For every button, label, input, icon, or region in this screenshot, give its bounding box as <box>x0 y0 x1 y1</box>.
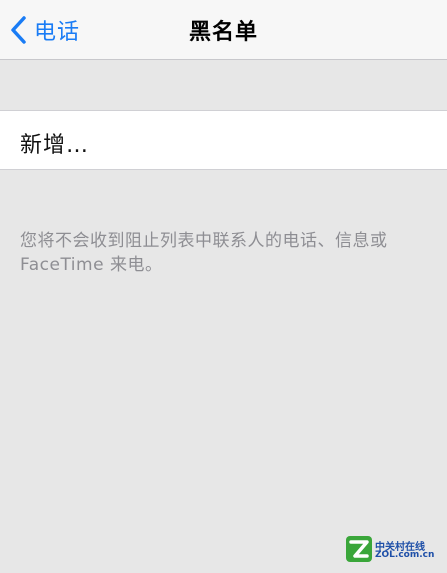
navigation-bar: 电话 黑名单 <box>0 0 447 60</box>
watermark-text-en: ZOL.com.cn <box>375 550 435 560</box>
blocklist-footer-note: 您将不会收到阻止列表中联系人的电话、信息或 FaceTime 来电。 <box>20 231 388 275</box>
add-new-cell[interactable]: 新增… <box>0 110 447 170</box>
zol-watermark: 中关村在线 ZOL.com.cn <box>345 535 440 565</box>
page-title: 黑名单 <box>188 20 258 45</box>
add-new-label: 新增… <box>20 133 90 158</box>
zol-logo <box>346 536 372 562</box>
